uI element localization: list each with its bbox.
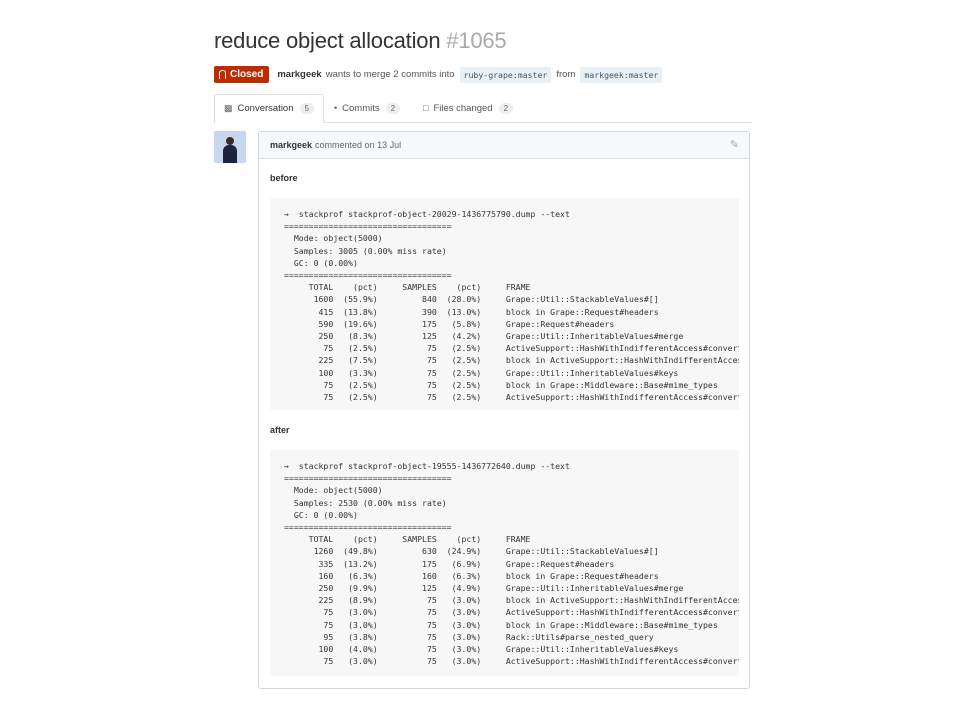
conversation-icon: ▩: [224, 103, 233, 113]
pr-tabs: ▩ Conversation 5 • Commits 2 □ Files cha…: [214, 94, 752, 123]
tab-count: 5: [299, 103, 314, 114]
comment-header: markgeek commented on 13 Jul ✎: [259, 132, 749, 159]
pr-number: #1065: [446, 28, 507, 53]
pr-title: reduce object allocation #1065: [214, 28, 754, 54]
comment-author[interactable]: markgeek: [270, 140, 312, 150]
comment-date[interactable]: commented on 13 Jul: [315, 140, 401, 150]
pr-meta: Closed markgeek wants to merge 2 commits…: [214, 66, 754, 83]
tab-label: Conversation: [237, 103, 294, 114]
tab-count: 2: [498, 102, 514, 114]
base-branch[interactable]: ruby-grape:master: [459, 66, 552, 83]
pr-author-link[interactable]: markgeek: [277, 69, 321, 80]
comment-box: markgeek commented on 13 Jul ✎ before → …: [258, 131, 750, 689]
files-changed-icon: □: [423, 103, 429, 113]
before-label: before: [270, 173, 298, 183]
head-branch[interactable]: markgeek:master: [580, 66, 663, 83]
status-badge-label: Closed: [230, 69, 264, 80]
after-code-block: → stackprof stackprof-object-19555-14367…: [270, 450, 739, 676]
edit-pencil-icon[interactable]: ✎: [730, 138, 739, 151]
avatar-body: [223, 145, 237, 163]
pr-action-text: wants to merge 2 commits into: [325, 69, 455, 80]
tab-count: 2: [385, 102, 401, 114]
from-text: from: [556, 69, 576, 80]
tab-commits[interactable]: • Commits 2: [334, 94, 401, 122]
tab-conversation[interactable]: ▩ Conversation 5: [214, 94, 324, 123]
after-label: after: [270, 425, 290, 435]
before-code-block: → stackprof stackprof-object-20029-14367…: [270, 198, 739, 410]
after-code-text: → stackprof stackprof-object-19555-14367…: [284, 461, 739, 667]
tab-label: Files changed: [433, 102, 493, 114]
tab-files-changed[interactable]: □ Files changed 2: [423, 94, 514, 122]
avatar[interactable]: [214, 131, 246, 163]
tab-label: Commits: [342, 102, 380, 114]
pr-header: reduce object allocation #1065 Closed ma…: [214, 28, 754, 123]
before-code-text: → stackprof stackprof-object-20029-14367…: [284, 209, 739, 403]
pr-title-text: reduce object allocation: [214, 28, 441, 53]
status-badge: Closed: [214, 66, 270, 83]
pull-request-closed-icon: [219, 70, 226, 79]
commits-icon: •: [334, 103, 338, 113]
avatar-head: [226, 137, 234, 145]
